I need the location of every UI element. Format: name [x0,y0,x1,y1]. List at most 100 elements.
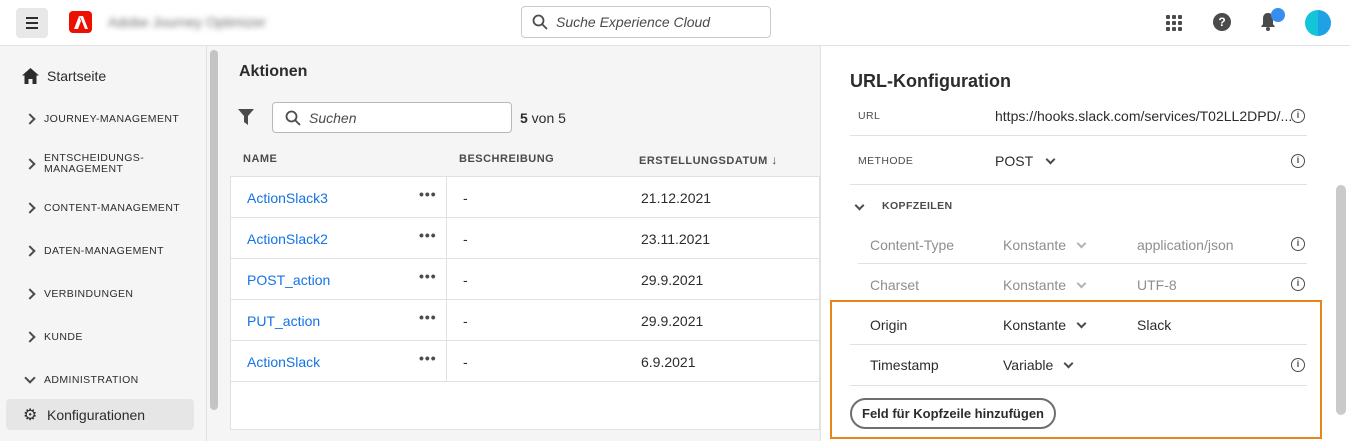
chevron-down-icon [1076,278,1087,289]
sidebar-item-data-management[interactable]: DATEN-MANAGEMENT [0,244,200,258]
header-type-select[interactable]: Konstante [1003,277,1087,293]
more-icon[interactable]: ••• [419,309,437,325]
result-count: 5 von 5 [520,110,566,126]
action-description: - [463,354,468,370]
info-icon[interactable]: i [1291,154,1305,168]
sidebar-item-label: Konfigurationen [47,407,146,423]
action-description: - [463,190,468,206]
chevron-down-icon [854,200,865,211]
header-type-select[interactable]: Konstante [1003,317,1087,333]
sidebar-item-label: ADMINISTRATION [44,374,139,386]
search-icon [285,110,301,126]
info-icon[interactable]: i [1291,109,1305,123]
header-type-select[interactable]: Variable [1003,357,1074,373]
adobe-logo[interactable] [69,11,92,33]
action-name-link[interactable]: POST_action [247,272,330,288]
page-title: Aktionen [239,63,308,80]
divider [850,135,1307,136]
action-date: 29.9.2021 [641,272,704,288]
action-name-link[interactable]: ActionSlack [247,354,320,370]
chevron-right-icon [24,245,36,257]
menu-icon[interactable] [16,8,48,38]
action-date: 23.11.2021 [641,231,711,247]
headers-label: KOPFZEILEN [882,200,953,212]
header-name: Origin [870,317,908,333]
sidebar-item-label: VERBINDUNGEN [44,288,134,300]
avatar[interactable] [1305,10,1331,36]
add-header-field-button[interactable]: Feld für Kopfzeile hinzufügen [850,398,1056,429]
divider [858,263,1307,264]
column-header-creation-date[interactable]: ERSTELLUNGSDATUM ↓ [639,153,778,167]
table-row[interactable]: ActionSlack ••• - 6.9.2021 [231,341,821,382]
sidebar-item-decision-management[interactable]: ENTSCHEIDUNGS- MANAGEMENT [0,152,200,176]
info-icon[interactable]: i [1291,237,1305,251]
action-description: - [463,272,468,288]
chevron-right-icon [24,158,36,170]
sidebar-item-label: DATEN-MANAGEMENT [44,245,164,257]
header-value: UTF-8 [1137,277,1177,293]
url-field[interactable]: https://hooks.slack.com/services/T02LL2D… [995,108,1292,124]
help-icon[interactable]: ? [1213,13,1231,31]
notification-badge [1271,8,1285,22]
column-header-description[interactable]: BESCHREIBUNG [459,153,554,165]
panel-title: URL-Konfiguration [850,71,1011,91]
action-date: 6.9.2021 [641,354,696,370]
sidebar-item-connections[interactable]: VERBINDUNGEN [0,287,200,301]
sidebar-item-configurations[interactable]: ⚙ Konfigurationen [6,399,194,430]
actions-table: ActionSlack3 ••• - 21.12.2021 ActionSlac… [230,176,821,430]
action-name-link[interactable]: PUT_action [247,313,320,329]
sidebar-item-home[interactable]: Startseite [22,68,106,84]
sidebar-item-administration[interactable]: ADMINISTRATION [0,372,200,387]
sidebar-item-journey-management[interactable]: JOURNEY-MANAGEMENT [0,112,200,126]
more-icon[interactable]: ••• [419,350,437,366]
action-name-link[interactable]: ActionSlack3 [247,190,328,206]
chevron-down-icon [24,372,36,384]
column-header-name[interactable]: NAME [243,153,277,165]
table-row[interactable]: POST_action ••• - 29.9.2021 [231,259,821,300]
action-date: 21.12.2021 [641,190,712,206]
header-value-input[interactable]: Slack [1137,317,1171,333]
panel-scrollbar[interactable] [1336,185,1346,415]
filter-icon[interactable] [238,109,254,125]
chevron-down-icon [1045,154,1056,165]
action-description: - [463,313,468,329]
sidebar-item-customer[interactable]: KUNDE [0,330,200,344]
chevron-right-icon [24,288,36,300]
sidebar-item-label: CONTENT-MANAGEMENT [44,202,181,214]
action-date: 29.9.2021 [641,313,704,329]
chevron-right-icon [24,113,36,125]
header-type-select[interactable]: Konstante [1003,237,1087,253]
sidebar-item-label: ENTSCHEIDUNGS- MANAGEMENT [44,152,145,175]
chevron-right-icon [24,331,36,343]
info-icon[interactable]: i [1291,277,1305,291]
method-select[interactable]: POST [995,153,1056,169]
sidebar-item-label: Startseite [47,68,107,84]
chevron-right-icon [24,202,36,214]
header-name: Charset [870,277,920,293]
table-row[interactable]: ActionSlack3 ••• - 21.12.2021 [231,177,821,218]
global-search-input[interactable]: Suche Experience Cloud [521,6,771,38]
search-placeholder: Suchen [309,109,357,126]
app-name: Adobe Journey Optimizer [108,14,266,30]
more-icon[interactable]: ••• [419,227,437,243]
header-value: application/json [1137,237,1234,253]
action-name-link[interactable]: ActionSlack2 [247,231,328,247]
more-icon[interactable]: ••• [419,268,437,284]
apps-grid-icon[interactable] [1166,15,1182,31]
table-row[interactable]: PUT_action ••• - 29.9.2021 [231,300,821,341]
sidebar-item-label: KUNDE [44,331,83,343]
header-name: Timestamp [870,357,939,373]
search-icon [532,14,548,30]
gear-icon: ⚙ [23,407,38,424]
sidebar-scrollbar[interactable] [210,50,218,410]
action-description: - [463,231,468,247]
more-icon[interactable]: ••• [419,186,437,202]
home-icon [22,68,39,84]
actions-search-input[interactable]: Suchen [272,102,512,133]
sidebar-item-content-management[interactable]: CONTENT-MANAGEMENT [0,201,200,215]
divider [850,385,1307,386]
headers-toggle[interactable] [854,196,865,214]
divider [850,184,1307,185]
table-row[interactable]: ActionSlack2 ••• - 23.11.2021 [231,218,821,259]
info-icon[interactable]: i [1291,358,1305,372]
